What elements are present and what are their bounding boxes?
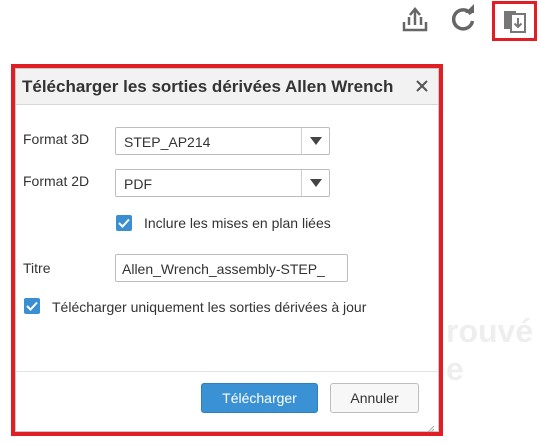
dialog-title: Télécharger les sorties dérivées Allen W… [22, 77, 394, 96]
format3d-value: STEP_AP214 [124, 134, 211, 150]
derived-outputs-download-icon[interactable] [492, 1, 537, 41]
format2d-label: Format 2D [23, 173, 90, 189]
title-label: Titre [23, 260, 51, 276]
uptodate-only-checkbox[interactable] [24, 298, 40, 314]
resize-handle-icon[interactable] [427, 420, 435, 433]
chevron-down-icon[interactable] [301, 128, 329, 154]
uptodate-only-label: Télécharger uniquement les sorties dériv… [52, 299, 367, 315]
include-drawings-label: Inclure les mises en plan liées [144, 215, 331, 231]
format3d-select[interactable]: STEP_AP214 [115, 127, 330, 155]
footer-divider [16, 371, 438, 372]
chevron-down-icon[interactable] [301, 170, 329, 196]
format2d-value: PDF [124, 176, 152, 192]
upload-icon[interactable] [399, 4, 431, 34]
dialog-header: Télécharger les sorties dérivées Allen W… [16, 69, 438, 105]
close-icon[interactable] [413, 77, 431, 95]
download-button[interactable]: Télécharger [201, 383, 318, 413]
title-input[interactable]: Allen_Wrench_assembly-STEP_ [115, 254, 348, 282]
download-derived-outputs-dialog: Télécharger les sorties dérivées Allen W… [11, 64, 443, 436]
include-drawings-checkbox[interactable] [116, 215, 132, 231]
format3d-label: Format 3D [23, 131, 90, 147]
cancel-button[interactable]: Annuler [330, 383, 419, 413]
refresh-icon[interactable] [447, 4, 479, 34]
title-input-value: Allen_Wrench_assembly-STEP_ [122, 261, 325, 277]
background-text: rouvé e [446, 313, 534, 387]
format2d-select[interactable]: PDF [115, 169, 330, 197]
